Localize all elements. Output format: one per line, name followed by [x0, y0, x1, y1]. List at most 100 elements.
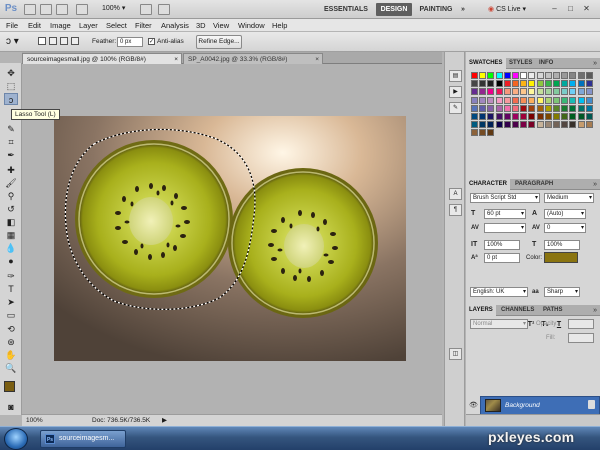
menu-edit[interactable]: Edit [28, 19, 41, 32]
color-swatch[interactable] [585, 96, 593, 104]
color-swatch[interactable] [512, 88, 519, 96]
color-swatch[interactable] [495, 72, 503, 79]
lasso-preset-icon[interactable]: ↄ ▾ [6, 36, 19, 48]
leading-field[interactable]: (Auto) [544, 209, 586, 219]
color-swatch[interactable] [479, 88, 487, 96]
color-swatch[interactable] [528, 96, 536, 104]
color-swatch[interactable] [577, 72, 585, 79]
color-swatch[interactable] [528, 121, 536, 129]
color-swatch[interactable] [471, 129, 478, 137]
color-swatch[interactable] [553, 113, 560, 120]
color-swatch[interactable] [544, 72, 552, 79]
hand-icon[interactable] [76, 4, 88, 15]
color-swatch[interactable] [520, 113, 528, 120]
quick-mask-icon[interactable]: ◙ [4, 401, 18, 413]
screen-mode-icon[interactable] [158, 4, 170, 15]
paragraph-styles-icon[interactable]: ¶ [449, 204, 462, 216]
tab-layers[interactable]: LAYERS [466, 305, 496, 316]
color-swatch[interactable] [536, 72, 544, 79]
color-swatch[interactable] [528, 113, 536, 120]
color-swatch[interactable] [544, 96, 552, 104]
color-swatch[interactable] [569, 113, 577, 120]
color-swatch[interactable] [553, 96, 560, 104]
layer-visibility-eye-icon[interactable]: 👁 [469, 401, 478, 409]
color-swatch[interactable] [544, 88, 552, 96]
subtract-selection-icon[interactable] [60, 37, 68, 45]
hand-tool-icon[interactable]: ✋ [4, 349, 18, 361]
close-button[interactable]: ✕ [580, 3, 593, 15]
antialias-select[interactable]: Sharp [544, 287, 580, 297]
color-swatch[interactable] [520, 88, 528, 96]
color-swatch[interactable] [487, 80, 495, 88]
brush-tool-icon[interactable]: 🖌 [4, 177, 18, 189]
color-swatch[interactable] [553, 104, 560, 112]
3d-orbit-tool-icon[interactable]: ⊛ [4, 336, 18, 348]
color-swatch[interactable] [495, 121, 503, 129]
color-swatch[interactable] [561, 104, 569, 112]
tab-sp-a0042[interactable]: SP_A0042.jpg @ 33.3% (RGB/8#) × [183, 53, 323, 64]
color-swatch[interactable] [561, 88, 569, 96]
tab-styles[interactable]: STYLES [506, 58, 535, 69]
vertical-scale-field[interactable]: 100% [484, 240, 520, 250]
color-swatch[interactable] [495, 104, 503, 112]
color-swatch[interactable] [585, 113, 593, 120]
opacity-field[interactable] [568, 319, 594, 329]
color-swatch[interactable] [528, 72, 536, 79]
menu-3d[interactable]: 3D [196, 19, 206, 32]
kiwi-photo[interactable] [54, 116, 406, 361]
refine-edge-button[interactable]: Refine Edge... [196, 35, 242, 49]
tracking-field[interactable]: 0 [544, 223, 586, 233]
color-swatch[interactable] [553, 72, 560, 79]
color-swatch[interactable] [512, 72, 519, 79]
color-swatch[interactable] [503, 88, 511, 96]
feather-input[interactable]: 0 px [117, 37, 143, 47]
dodge-tool-icon[interactable]: ● [4, 255, 18, 267]
color-swatch[interactable] [471, 80, 478, 88]
color-swatch[interactable] [495, 80, 503, 88]
color-swatch[interactable] [520, 80, 528, 88]
clone-stamp-tool-icon[interactable]: ⚲ [4, 190, 18, 202]
color-swatch[interactable] [495, 88, 503, 96]
workspace-essentials[interactable]: ESSENTIALS [322, 3, 370, 16]
color-swatch[interactable] [512, 104, 519, 112]
color-swatch[interactable] [520, 104, 528, 112]
color-swatch[interactable] [479, 104, 487, 112]
layer-row-background[interactable]: Background [480, 396, 600, 415]
menu-select[interactable]: Select [106, 19, 127, 32]
color-swatch[interactable] [569, 80, 577, 88]
color-swatch[interactable] [512, 80, 519, 88]
menu-layer[interactable]: Layer [79, 19, 98, 32]
color-swatch[interactable] [561, 96, 569, 104]
history-panel-icon[interactable]: ▤ [449, 70, 462, 82]
color-swatch[interactable] [561, 72, 569, 79]
foreground-color-swatch[interactable] [4, 381, 15, 392]
color-swatch[interactable] [536, 96, 544, 104]
color-swatch[interactable] [503, 96, 511, 104]
color-swatch[interactable] [471, 113, 478, 120]
color-swatch[interactable] [520, 121, 528, 129]
guides-icon[interactable] [56, 4, 68, 15]
menu-analysis[interactable]: Analysis [161, 19, 189, 32]
color-swatch[interactable] [553, 121, 560, 129]
color-swatch[interactable] [479, 121, 487, 129]
gradient-tool-icon[interactable]: ▦ [4, 229, 18, 241]
eraser-tool-icon[interactable]: ◧ [4, 216, 18, 228]
color-swatch[interactable] [487, 113, 495, 120]
color-swatch[interactable] [528, 104, 536, 112]
add-selection-icon[interactable] [49, 37, 57, 45]
intersect-selection-icon[interactable] [71, 37, 79, 45]
color-swatch[interactable] [487, 104, 495, 112]
color-swatch[interactable] [544, 80, 552, 88]
status-arrow-icon[interactable]: ▶ [162, 415, 167, 426]
quick-select-tool-icon[interactable]: ✎ [4, 123, 18, 135]
workspace-painting[interactable]: PAINTING [416, 3, 456, 16]
color-swatch[interactable] [585, 80, 593, 88]
more-workspaces-button[interactable]: » [458, 3, 468, 16]
color-swatch[interactable] [577, 104, 585, 112]
color-swatch[interactable] [479, 72, 487, 79]
character-panel-menu-icon[interactable]: » [593, 179, 597, 190]
color-swatch[interactable] [479, 129, 487, 137]
tab-sourceimagesmall[interactable]: sourceimagesmall.jpg @ 100% (RGB/8#) × [22, 53, 182, 64]
tab-swatches[interactable]: SWATCHES [466, 58, 506, 69]
color-swatch[interactable] [487, 88, 495, 96]
